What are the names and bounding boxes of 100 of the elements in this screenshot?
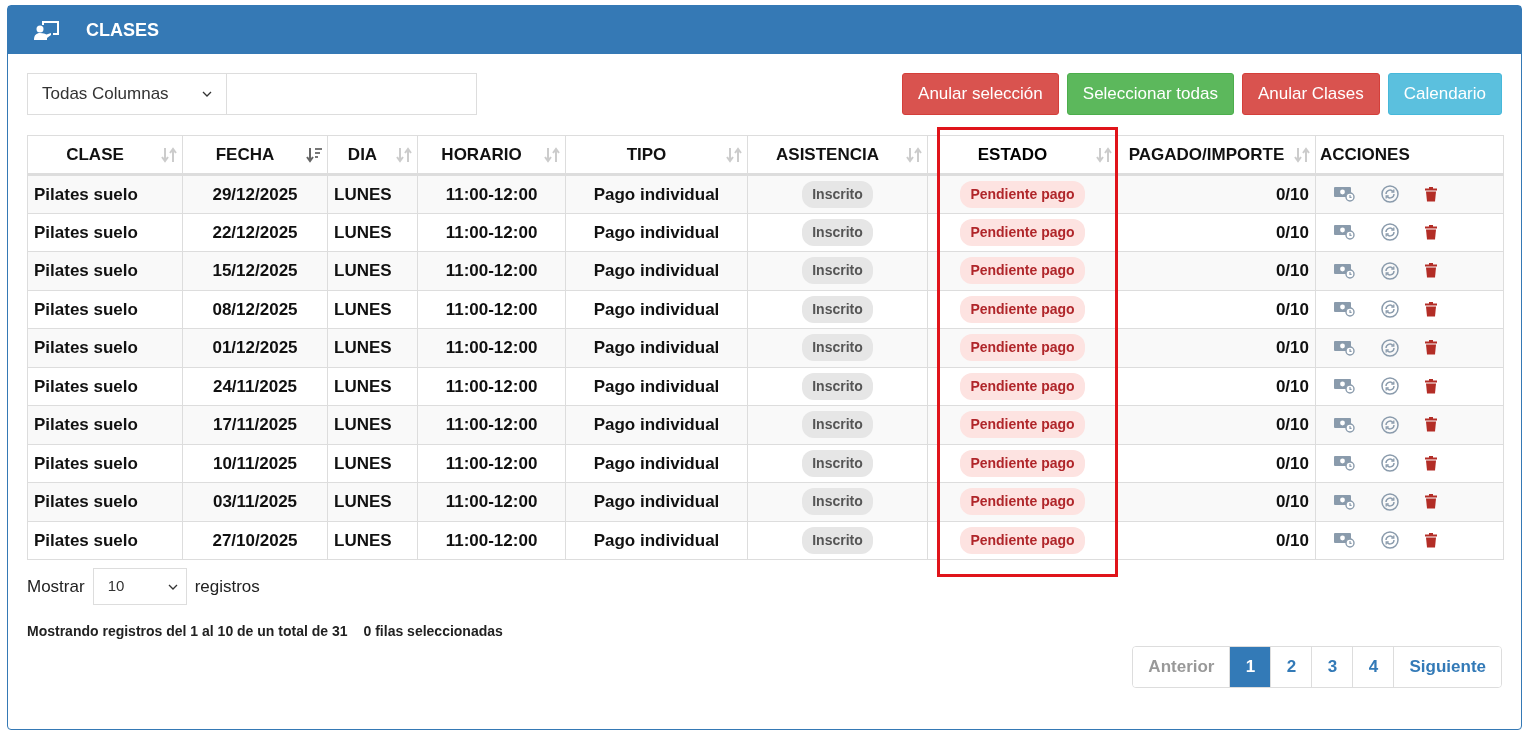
action-button[interactable]: Anular Clases xyxy=(1241,73,1380,115)
table-cell: 0/10 xyxy=(1117,213,1316,252)
panel-title: CLASES xyxy=(86,18,159,42)
table-cell: LUNES xyxy=(327,290,418,329)
refresh-icon[interactable] xyxy=(1381,454,1399,473)
table-cell: 11:00-12:00 xyxy=(417,174,566,213)
table-cell: LUNES xyxy=(327,213,418,252)
refresh-icon[interactable] xyxy=(1381,223,1399,242)
status-tag: Pendiente pago xyxy=(960,180,1085,208)
table-cell: 10/11/2025 xyxy=(182,444,328,483)
table-cell: LUNES xyxy=(327,174,418,213)
table-cell: 11:00-12:00 xyxy=(417,482,566,521)
refresh-icon[interactable] xyxy=(1381,261,1399,280)
status-tag: Pendiente pago xyxy=(960,295,1085,323)
search-field[interactable] xyxy=(227,73,477,115)
page-button[interactable]: Siguiente xyxy=(1393,647,1501,687)
attendance-tag: Inscrito xyxy=(802,218,873,246)
cash-clock-icon[interactable] xyxy=(1334,493,1355,510)
refresh-icon[interactable] xyxy=(1381,492,1399,511)
table-cell: LUNES xyxy=(327,521,418,560)
table-cell: Pilates suelo xyxy=(27,405,183,444)
length-label: registros xyxy=(194,575,260,598)
cash-clock-icon[interactable] xyxy=(1334,186,1355,203)
table-cell: 11:00-12:00 xyxy=(417,521,566,560)
status-tag: Pendiente pago xyxy=(960,411,1085,439)
cash-clock-icon[interactable] xyxy=(1334,532,1355,549)
table-cell: Pago individual xyxy=(565,482,748,521)
cash-clock-icon[interactable] xyxy=(1334,339,1355,356)
cash-clock-icon[interactable] xyxy=(1334,301,1355,318)
sort-icon[interactable] xyxy=(1294,147,1310,163)
refresh-icon[interactable] xyxy=(1381,185,1399,204)
attendance-tag: Inscrito xyxy=(802,295,873,323)
status-tag: Pendiente pago xyxy=(960,218,1085,246)
trash-icon[interactable] xyxy=(1425,494,1437,510)
trash-icon[interactable] xyxy=(1425,417,1437,433)
table-cell: 0/10 xyxy=(1117,290,1316,329)
sort-icon[interactable] xyxy=(544,147,560,163)
table-cell: 15/12/2025 xyxy=(182,251,328,290)
table-cell: 0/10 xyxy=(1117,367,1316,406)
refresh-icon[interactable] xyxy=(1381,338,1399,357)
table-cell: Pilates suelo xyxy=(27,290,183,329)
status-tag: Pendiente pago xyxy=(960,334,1085,362)
trash-icon[interactable] xyxy=(1425,301,1437,317)
table-cell: Pago individual xyxy=(565,405,748,444)
table-cell: Pilates suelo xyxy=(27,444,183,483)
attendance-tag: Inscrito xyxy=(802,411,873,439)
sort-icon[interactable] xyxy=(161,147,177,163)
table-cell: Pago individual xyxy=(565,328,748,367)
table-cell: LUNES xyxy=(327,405,418,444)
trash-icon[interactable] xyxy=(1425,263,1437,279)
teacher-board-icon xyxy=(34,19,60,41)
refresh-icon[interactable] xyxy=(1381,377,1399,396)
table-cell: 11:00-12:00 xyxy=(417,328,566,367)
table-cell: 08/12/2025 xyxy=(182,290,328,329)
table-cell: 29/12/2025 xyxy=(182,174,328,213)
table-cell: 27/10/2025 xyxy=(182,521,328,560)
table-cell: 11:00-12:00 xyxy=(417,405,566,444)
trash-icon[interactable] xyxy=(1425,186,1437,202)
status-tag: Pendiente pago xyxy=(960,372,1085,400)
table-cell: Pilates suelo xyxy=(27,367,183,406)
column-select[interactable]: Todas Columnas xyxy=(27,73,227,115)
table-cell: 11:00-12:00 xyxy=(417,444,566,483)
chevron-down-icon xyxy=(167,583,178,590)
table-cell: 11:00-12:00 xyxy=(417,367,566,406)
table-cell: Pilates suelo xyxy=(27,174,183,213)
refresh-icon[interactable] xyxy=(1381,300,1399,319)
sort-descending-icon[interactable] xyxy=(306,147,322,163)
sort-icon[interactable] xyxy=(906,147,922,163)
cash-clock-icon[interactable] xyxy=(1334,455,1355,472)
table-cell: 11:00-12:00 xyxy=(417,251,566,290)
sort-icon[interactable] xyxy=(1096,147,1112,163)
cash-clock-icon[interactable] xyxy=(1334,224,1355,241)
table-cell: Pago individual xyxy=(565,367,748,406)
page-button[interactable]: 1 xyxy=(1229,647,1271,687)
action-button[interactable]: Anular selección xyxy=(902,73,1059,115)
table-cell: 0/10 xyxy=(1117,174,1316,213)
attendance-tag: Inscrito xyxy=(802,257,873,285)
attendance-tag: Inscrito xyxy=(802,488,873,516)
records-info: Mostrando registros del 1 al 10 de un total de 31 xyxy=(27,622,348,641)
trash-icon[interactable] xyxy=(1425,532,1437,548)
table-cell: LUNES xyxy=(327,444,418,483)
page-length-select[interactable]: 10 xyxy=(92,568,187,605)
table-cell: 0/10 xyxy=(1117,482,1316,521)
trash-icon[interactable] xyxy=(1425,455,1437,471)
table-cell: Pilates suelo xyxy=(27,251,183,290)
table-cell: Pago individual xyxy=(565,174,748,213)
sort-icon[interactable] xyxy=(396,147,412,163)
trash-icon[interactable] xyxy=(1425,224,1437,240)
cash-clock-icon[interactable] xyxy=(1334,262,1355,279)
attendance-tag: Inscrito xyxy=(802,180,873,208)
refresh-icon[interactable] xyxy=(1381,531,1399,550)
cash-clock-icon[interactable] xyxy=(1334,378,1355,395)
cash-clock-icon[interactable] xyxy=(1334,416,1355,433)
table-cell: 0/10 xyxy=(1117,405,1316,444)
chevron-down-icon xyxy=(202,91,212,97)
trash-icon[interactable] xyxy=(1425,340,1437,356)
table-cell: 0/10 xyxy=(1117,251,1316,290)
sort-icon[interactable] xyxy=(726,147,742,163)
refresh-icon[interactable] xyxy=(1381,415,1399,434)
trash-icon[interactable] xyxy=(1425,378,1437,394)
